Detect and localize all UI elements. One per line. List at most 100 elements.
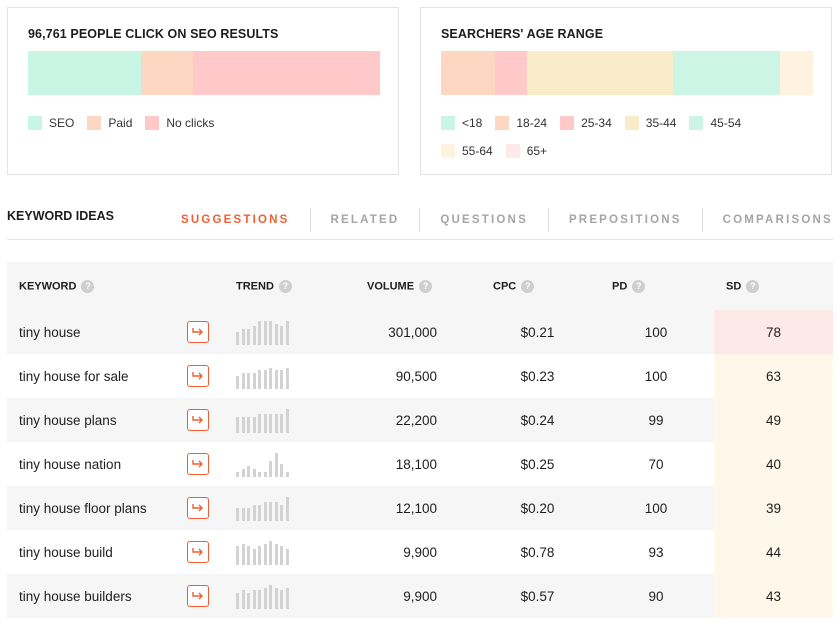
seo-legend-item: Paid	[87, 116, 132, 130]
age-legend-item: 25-34	[560, 116, 612, 130]
sd-cell: 49	[714, 398, 833, 442]
keyword-tabs: SUGGESTIONS RELATED QUESTIONS PREPOSITIO…	[165, 207, 837, 233]
pd-cell: 99	[598, 398, 714, 442]
trend-bar	[269, 321, 272, 345]
tab-prepositions[interactable]: PREPOSITIONS	[549, 208, 703, 232]
legend-swatch	[441, 144, 455, 158]
open-keyword-icon[interactable]	[187, 497, 209, 519]
pd-cell: 100	[598, 486, 714, 530]
legend-label: No clicks	[166, 116, 215, 130]
table-header-row: KEYWORD? TREND? VOLUME? CPC? PD? SD?	[7, 262, 833, 310]
keyword-text[interactable]: tiny house nation	[19, 457, 121, 472]
trend-sparkline	[236, 363, 353, 389]
table-row[interactable]: tiny house plans 22,200 $0.24 99 49	[7, 398, 833, 442]
pd-cell: 100	[598, 310, 714, 354]
sd-cell: 43	[714, 574, 833, 618]
cpc-cell: $0.20	[477, 486, 598, 530]
keyword-text[interactable]: tiny house plans	[19, 413, 117, 428]
trend-bar	[236, 546, 239, 565]
legend-label: 35-44	[645, 116, 677, 130]
trend-bar	[274, 453, 278, 477]
keyword-cell: tiny house builders	[7, 574, 222, 618]
table-row[interactable]: tiny house builders 9,900 $0.57 90 43	[7, 574, 833, 618]
trend-bar	[280, 370, 283, 389]
keyword-cell: tiny house build	[7, 530, 222, 574]
trend-bar	[247, 329, 250, 345]
keyword-table: KEYWORD? TREND? VOLUME? CPC? PD? SD? tin…	[7, 262, 833, 618]
age-segment	[441, 51, 495, 95]
help-icon[interactable]: ?	[521, 279, 535, 293]
help-icon[interactable]: ?	[419, 279, 433, 293]
help-icon[interactable]: ?	[746, 279, 760, 293]
trend-bar	[285, 497, 289, 521]
trend-bar	[252, 373, 256, 389]
legend-label: Paid	[108, 116, 133, 130]
open-keyword-icon[interactable]	[187, 409, 209, 431]
trend-bar	[263, 588, 267, 609]
column-sd[interactable]: SD?	[714, 262, 833, 310]
trend-cell	[222, 574, 353, 618]
keyword-text[interactable]: tiny house builders	[19, 589, 132, 604]
trend-bar	[236, 417, 239, 433]
trend-bar	[269, 368, 272, 389]
tab-suggestions[interactable]: SUGGESTIONS	[165, 208, 311, 232]
legend-label: 45-54	[710, 116, 742, 130]
column-keyword-label: KEYWORD	[19, 279, 77, 292]
help-icon[interactable]: ?	[278, 279, 292, 293]
open-keyword-icon[interactable]	[187, 453, 209, 475]
help-icon[interactable]: ?	[81, 279, 95, 293]
keyword-text[interactable]: tiny house floor plans	[19, 501, 147, 516]
table-row[interactable]: tiny house 301,000 $0.21 100 78	[7, 310, 833, 354]
trend-bar	[285, 321, 289, 345]
keyword-text[interactable]: tiny house	[19, 325, 81, 340]
column-keyword[interactable]: KEYWORD?	[7, 262, 222, 310]
age-legend-item: 55-64	[441, 144, 493, 158]
column-volume[interactable]: VOLUME?	[353, 262, 477, 310]
help-icon[interactable]: ?	[632, 279, 646, 293]
trend-bar	[274, 324, 278, 345]
trend-bar	[280, 414, 283, 433]
keyword-text[interactable]: tiny house for sale	[19, 369, 129, 384]
column-pd[interactable]: PD?	[598, 262, 714, 310]
volume-cell: 18,100	[353, 442, 477, 486]
trend-bar	[285, 472, 289, 477]
cpc-cell: $0.57	[477, 574, 598, 618]
keyword-text[interactable]: tiny house build	[19, 545, 113, 560]
seo-clicks-title: 96,761 PEOPLE CLICK ON SEO RESULTS	[28, 27, 279, 41]
legend-swatch	[624, 116, 639, 130]
column-cpc-label: CPC	[493, 279, 517, 292]
trend-bar	[263, 502, 267, 521]
legend-swatch	[28, 116, 42, 130]
column-trend[interactable]: TREND?	[222, 262, 353, 310]
open-keyword-icon[interactable]	[187, 321, 209, 343]
open-keyword-icon[interactable]	[187, 585, 209, 607]
age-legend-item: 45-54	[689, 116, 741, 130]
sd-cell: 40	[714, 442, 833, 486]
trend-bar	[263, 321, 267, 345]
trend-bar	[247, 417, 250, 433]
age-segment	[779, 51, 813, 95]
trend-bar	[236, 508, 239, 521]
trend-bar	[269, 541, 272, 565]
table-row[interactable]: tiny house nation 18,100 $0.25 70 40	[7, 442, 833, 486]
open-keyword-icon[interactable]	[187, 365, 209, 387]
trend-bar	[258, 590, 261, 609]
trend-bar	[280, 590, 283, 609]
tab-related[interactable]: RELATED	[311, 208, 421, 232]
table-row[interactable]: tiny house floor plans 12,100 $0.20 100 39	[7, 486, 833, 530]
volume-cell: 22,200	[353, 398, 477, 442]
column-pd-label: PD	[612, 279, 628, 292]
trend-bar	[263, 370, 267, 389]
column-cpc[interactable]: CPC?	[477, 262, 598, 310]
trend-sparkline	[236, 319, 353, 345]
trend-bar	[280, 505, 283, 521]
tab-questions[interactable]: QUESTIONS	[420, 208, 549, 232]
keyword-cell: tiny house nation	[7, 442, 222, 486]
trend-bar	[241, 329, 245, 345]
age-segment	[526, 51, 674, 95]
tab-comparisons[interactable]: COMPARISONS	[703, 208, 837, 232]
table-row[interactable]: tiny house build 9,900 $0.78 93 44	[7, 530, 833, 574]
trend-bar	[241, 508, 245, 521]
table-row[interactable]: tiny house for sale 90,500 $0.23 100 63	[7, 354, 833, 398]
open-keyword-icon[interactable]	[187, 541, 209, 563]
